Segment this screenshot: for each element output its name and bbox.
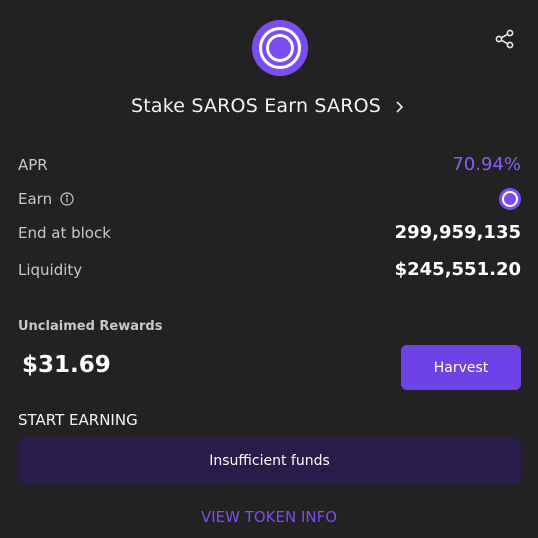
earn-row: Earn [18,188,521,210]
end-block-label: End at block [18,223,111,242]
earn-label: Earn [18,190,53,208]
chevron-right-icon [393,99,407,113]
share-icon[interactable] [494,28,516,50]
insufficient-funds-button[interactable]: Insufficient funds [18,438,521,484]
pool-title: Stake SAROS Earn SAROS [130,95,382,117]
apr-value: 70.94% [452,154,521,175]
harvest-button[interactable]: Harvest [401,345,521,390]
start-earning-label: START EARNING [18,411,138,429]
end-block-value: 299,959,135 [394,222,521,243]
saros-token-icon [499,188,521,210]
apr-row: APR 70.94% [18,154,521,175]
liquidity-row: Liquidity $245,551.20 [18,259,521,280]
info-icon[interactable] [60,192,74,206]
pool-card: Stake SAROS Earn SAROS APR 70.94% Earn E… [0,0,538,538]
end-block-row: End at block 299,959,135 [18,222,521,243]
liquidity-value: $245,551.20 [394,259,521,280]
unclaimed-rewards-label: Unclaimed Rewards [18,319,163,334]
view-token-info-link[interactable]: VIEW TOKEN INFO [0,508,538,526]
earn-label-group: Earn [18,190,74,208]
saros-logo [252,20,308,76]
pool-title-link[interactable]: Stake SAROS Earn SAROS [0,92,538,120]
apr-label: APR [18,155,48,174]
liquidity-label: Liquidity [18,260,83,279]
unclaimed-rewards-value: $31.69 [22,352,111,378]
